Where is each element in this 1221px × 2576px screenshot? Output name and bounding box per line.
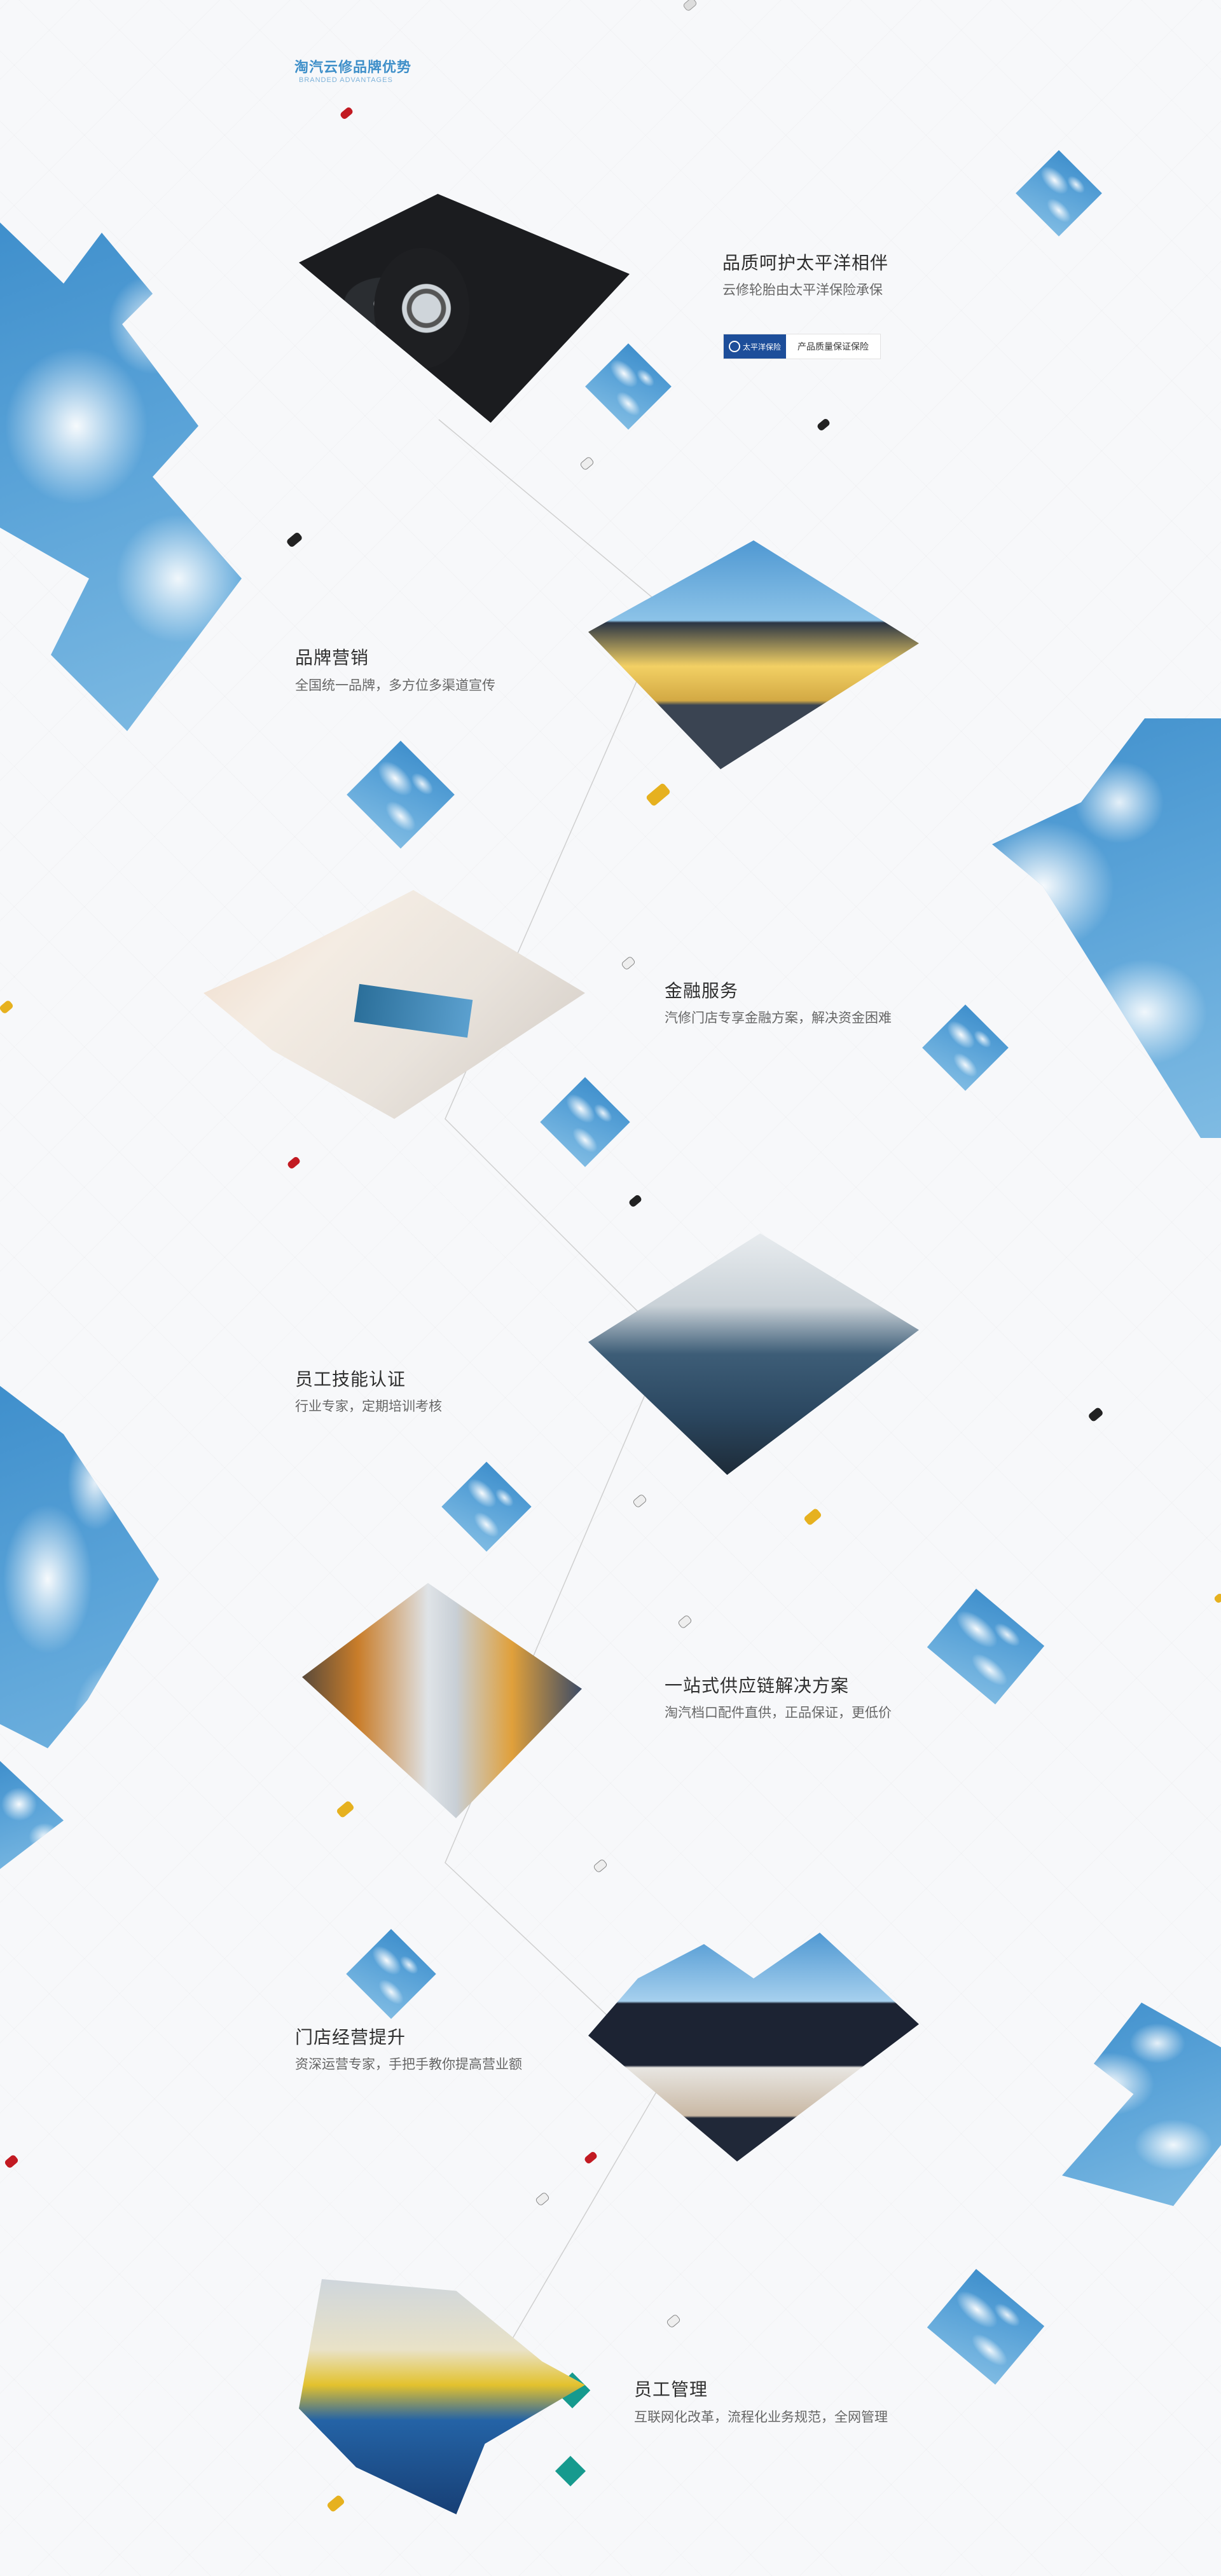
feature-title: 品质呵护太平洋相伴 bbox=[722, 253, 889, 273]
feature-title: 一站式供应链解决方案 bbox=[665, 1676, 850, 1696]
feature-desc: 行业专家，定期培训考核 bbox=[295, 1399, 442, 1414]
feature-title: 金融服务 bbox=[665, 981, 739, 1001]
logo-mark-icon bbox=[728, 341, 740, 352]
section-title: 淘汽云修品牌优势 bbox=[294, 59, 412, 75]
card-shape bbox=[354, 983, 473, 1038]
insurance-logo: 太平洋保险 bbox=[724, 334, 786, 359]
feature-desc: 资深运营专家，手把手教你提高营业额 bbox=[295, 2057, 522, 2072]
feature-title: 员工管理 bbox=[634, 2380, 708, 2399]
feature-desc: 淘汽档口配件直供，正品保证，更低价 bbox=[665, 1706, 892, 1720]
feature-desc: 云修轮胎由太平洋保险承保 bbox=[722, 283, 883, 298]
feature-desc: 汽修门店专享金融方案，解决资金困难 bbox=[665, 1011, 892, 1025]
feature-title: 门店经营提升 bbox=[295, 2027, 406, 2047]
feature-title: 员工技能认证 bbox=[295, 1369, 406, 1389]
feature-title: 品牌营销 bbox=[295, 648, 369, 668]
section-subtitle: BRANDED ADVANTAGES bbox=[299, 76, 393, 84]
insurance-label: 产品质量保证保险 bbox=[797, 341, 869, 352]
insurance-badge: 太平洋保险 产品质量保证保险 bbox=[723, 334, 881, 359]
feature-desc: 全国统一品牌，多方位多渠道宣传 bbox=[295, 678, 495, 693]
feature-desc: 互联网化改革，流程化业务规范，全网管理 bbox=[634, 2410, 888, 2425]
